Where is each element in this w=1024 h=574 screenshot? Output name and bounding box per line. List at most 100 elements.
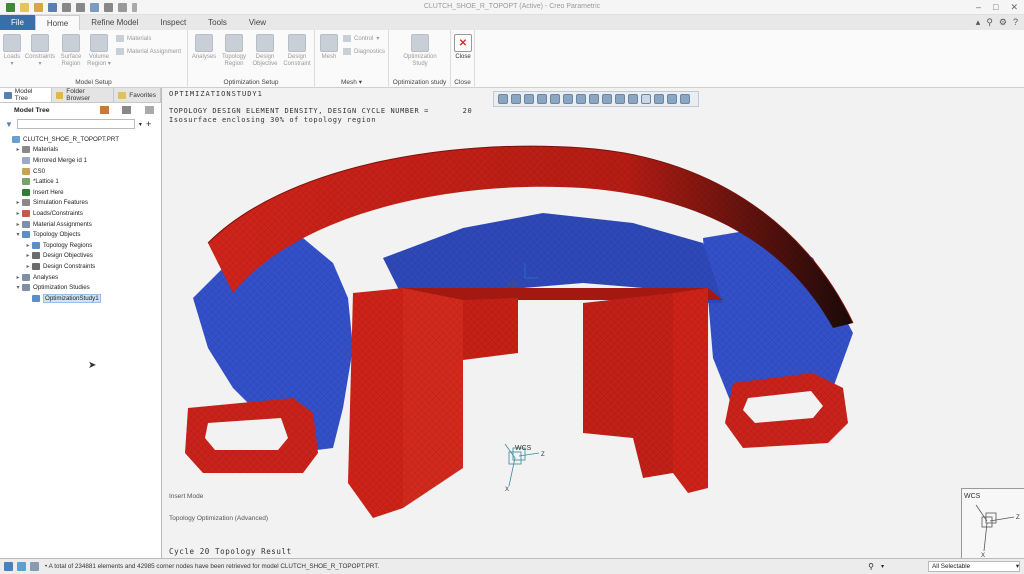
- tab-file[interactable]: File: [0, 15, 35, 30]
- pause-animation-icon[interactable]: [680, 94, 690, 104]
- tree-node-label: Analyses: [33, 273, 59, 281]
- tree-node[interactable]: CS0: [0, 166, 160, 177]
- orientation-axis-z: Z: [1016, 515, 1020, 521]
- title-bar: CLUTCH_SHOE_R_TOPOPT (Active) - Creo Par…: [0, 0, 1024, 15]
- tab-tools[interactable]: Tools: [197, 15, 238, 30]
- add-filter-icon[interactable]: +: [146, 119, 151, 129]
- tree-node[interactable]: CLUTCH_SHOE_R_TOPOPT.PRT: [0, 134, 160, 145]
- design-constraint-button[interactable]: Design Constraint: [281, 34, 313, 68]
- search-icon[interactable]: ⚲: [986, 17, 993, 28]
- collapse-ribbon-icon[interactable]: ▴: [976, 17, 981, 28]
- cycle-result-label: Cycle 20 Topology Result: [169, 547, 292, 556]
- tree-node[interactable]: ▸ Material Assignments: [0, 219, 160, 230]
- find-dropdown-icon[interactable]: ▾: [881, 563, 884, 570]
- material-assignment-icon: [116, 48, 124, 55]
- tree-filter-row: ▼ ▾ +: [0, 117, 161, 131]
- tree-expander-icon[interactable]: ▸: [14, 146, 22, 153]
- tree-node[interactable]: ▸ Materials: [0, 145, 160, 156]
- csys-icon: [22, 167, 30, 175]
- design-objective-button[interactable]: Design Objective: [251, 34, 279, 68]
- tab-folder-browser[interactable]: Folder Browser: [52, 88, 115, 102]
- tab-view[interactable]: View: [238, 15, 277, 30]
- settings-icon[interactable]: ⚙: [999, 17, 1007, 28]
- zoom-out-icon[interactable]: [524, 94, 534, 104]
- selection-filter-dropdown[interactable]: All Selectable ▾: [928, 561, 1020, 572]
- tab-home[interactable]: Home: [34, 15, 81, 30]
- datum-display-icon[interactable]: [602, 94, 612, 104]
- diagnostics-button[interactable]: Diagnostics: [343, 48, 385, 55]
- tree-node[interactable]: ▸ Analyses: [0, 272, 160, 283]
- tree-expander-icon[interactable]: ▸: [24, 252, 32, 259]
- tree-expander-icon[interactable]: ▾: [14, 284, 22, 291]
- control-button[interactable]: Control ▾: [343, 35, 379, 42]
- refit-icon[interactable]: [498, 94, 508, 104]
- maximize-button[interactable]: □: [993, 2, 998, 13]
- annotation-display-icon[interactable]: [615, 94, 625, 104]
- tab-inspect[interactable]: Inspect: [149, 15, 197, 30]
- browser-toggle-icon[interactable]: [17, 562, 26, 571]
- tree-expander-icon[interactable]: ▸: [24, 242, 32, 249]
- tree-expander-icon[interactable]: ▸: [14, 221, 22, 228]
- fullscreen-icon[interactable]: [30, 562, 39, 571]
- topology-region-button[interactable]: Topology Region: [219, 34, 249, 68]
- tree-expander-icon[interactable]: ▸: [24, 263, 32, 270]
- tree-node[interactable]: ▸ Design Objectives: [0, 251, 160, 262]
- close-icon: ✕: [454, 34, 472, 52]
- tree-expander-icon[interactable]: ▾: [14, 231, 22, 238]
- view-toolbar: [493, 91, 699, 107]
- saved-orientations-icon[interactable]: [563, 94, 573, 104]
- spin-center-icon[interactable]: [628, 94, 638, 104]
- surface-region-button[interactable]: Surface Region: [58, 34, 84, 68]
- search-dropdown-icon[interactable]: ▾: [139, 121, 142, 128]
- mesh-button[interactable]: Mesh: [318, 34, 340, 61]
- tab-model-tree[interactable]: Model Tree: [0, 88, 52, 102]
- tree-settings-icon[interactable]: [100, 106, 109, 114]
- tree-show-icon[interactable]: [122, 106, 131, 114]
- tree-node[interactable]: *Lattice 1: [0, 176, 160, 187]
- constraints-button[interactable]: Constraints ▾: [24, 34, 56, 68]
- tree-node[interactable]: Insert Here: [0, 187, 160, 198]
- tree-node[interactable]: OptimizationStudy1: [0, 293, 160, 304]
- close-button[interactable]: ✕: [1010, 2, 1018, 13]
- tree-node[interactable]: ▾ Optimization Studies: [0, 282, 160, 293]
- volume-region-button[interactable]: Volume Region ▾: [86, 34, 112, 68]
- orientation-widget[interactable]: WCS Z X: [961, 488, 1024, 558]
- graphics-viewport[interactable]: CS0 WCS Z X OPTIMIZATIONSTUDY1 TOPOLOGY …: [163, 88, 1024, 558]
- find-icon[interactable]: ⚲: [868, 562, 874, 571]
- navigator-toggle-icon[interactable]: [4, 562, 13, 571]
- model-tree-icon: [4, 91, 12, 99]
- tree-node-label: Design Constraints: [43, 262, 96, 270]
- group-label-mesh[interactable]: Mesh ▾: [315, 78, 388, 86]
- optimization-study-button[interactable]: Optimization Study: [399, 34, 441, 68]
- tab-favorites[interactable]: Favorites: [114, 88, 161, 102]
- tree-node[interactable]: ▾ Topology Objects: [0, 229, 160, 240]
- tree-node[interactable]: ▸ Topology Regions: [0, 240, 160, 251]
- repaint-icon[interactable]: [537, 94, 547, 104]
- filter-icon[interactable]: ▼: [5, 120, 13, 129]
- csys-display-icon[interactable]: [641, 94, 651, 104]
- close-study-button[interactable]: ✕ Close: [453, 34, 473, 61]
- perspective-icon[interactable]: [589, 94, 599, 104]
- tree-node[interactable]: ▸ Loads/Constraints: [0, 208, 160, 219]
- minimize-button[interactable]: –: [976, 2, 981, 13]
- tab-refine-model[interactable]: Refine Model: [80, 15, 149, 30]
- result-display-icon[interactable]: [667, 94, 677, 104]
- analyses-button[interactable]: Analyses: [191, 34, 217, 61]
- tree-node[interactable]: ▸ Simulation Features: [0, 198, 160, 209]
- tree-expander-icon[interactable]: ▸: [14, 274, 22, 281]
- tree-node[interactable]: Mirrored Merge id 1: [0, 155, 160, 166]
- tree-node[interactable]: ▸ Design Constraints: [0, 261, 160, 272]
- view-manager-icon[interactable]: [576, 94, 586, 104]
- materials-button[interactable]: Materials: [116, 35, 151, 42]
- group-optimization-study: Optimization Study Optimization study: [389, 30, 451, 88]
- material-assignment-button[interactable]: Material Assignment: [116, 48, 181, 55]
- loads-button[interactable]: Loads ▾: [2, 34, 22, 68]
- zoom-in-icon[interactable]: [511, 94, 521, 104]
- help-icon[interactable]: ?: [1013, 17, 1018, 28]
- display-style-icon[interactable]: [550, 94, 560, 104]
- tree-expander-icon[interactable]: ▸: [14, 210, 22, 217]
- tree-expander-icon[interactable]: ▸: [14, 199, 22, 206]
- simulation-display-icon[interactable]: [654, 94, 664, 104]
- tree-search-input[interactable]: [16, 119, 135, 129]
- tree-columns-icon[interactable]: [145, 106, 154, 114]
